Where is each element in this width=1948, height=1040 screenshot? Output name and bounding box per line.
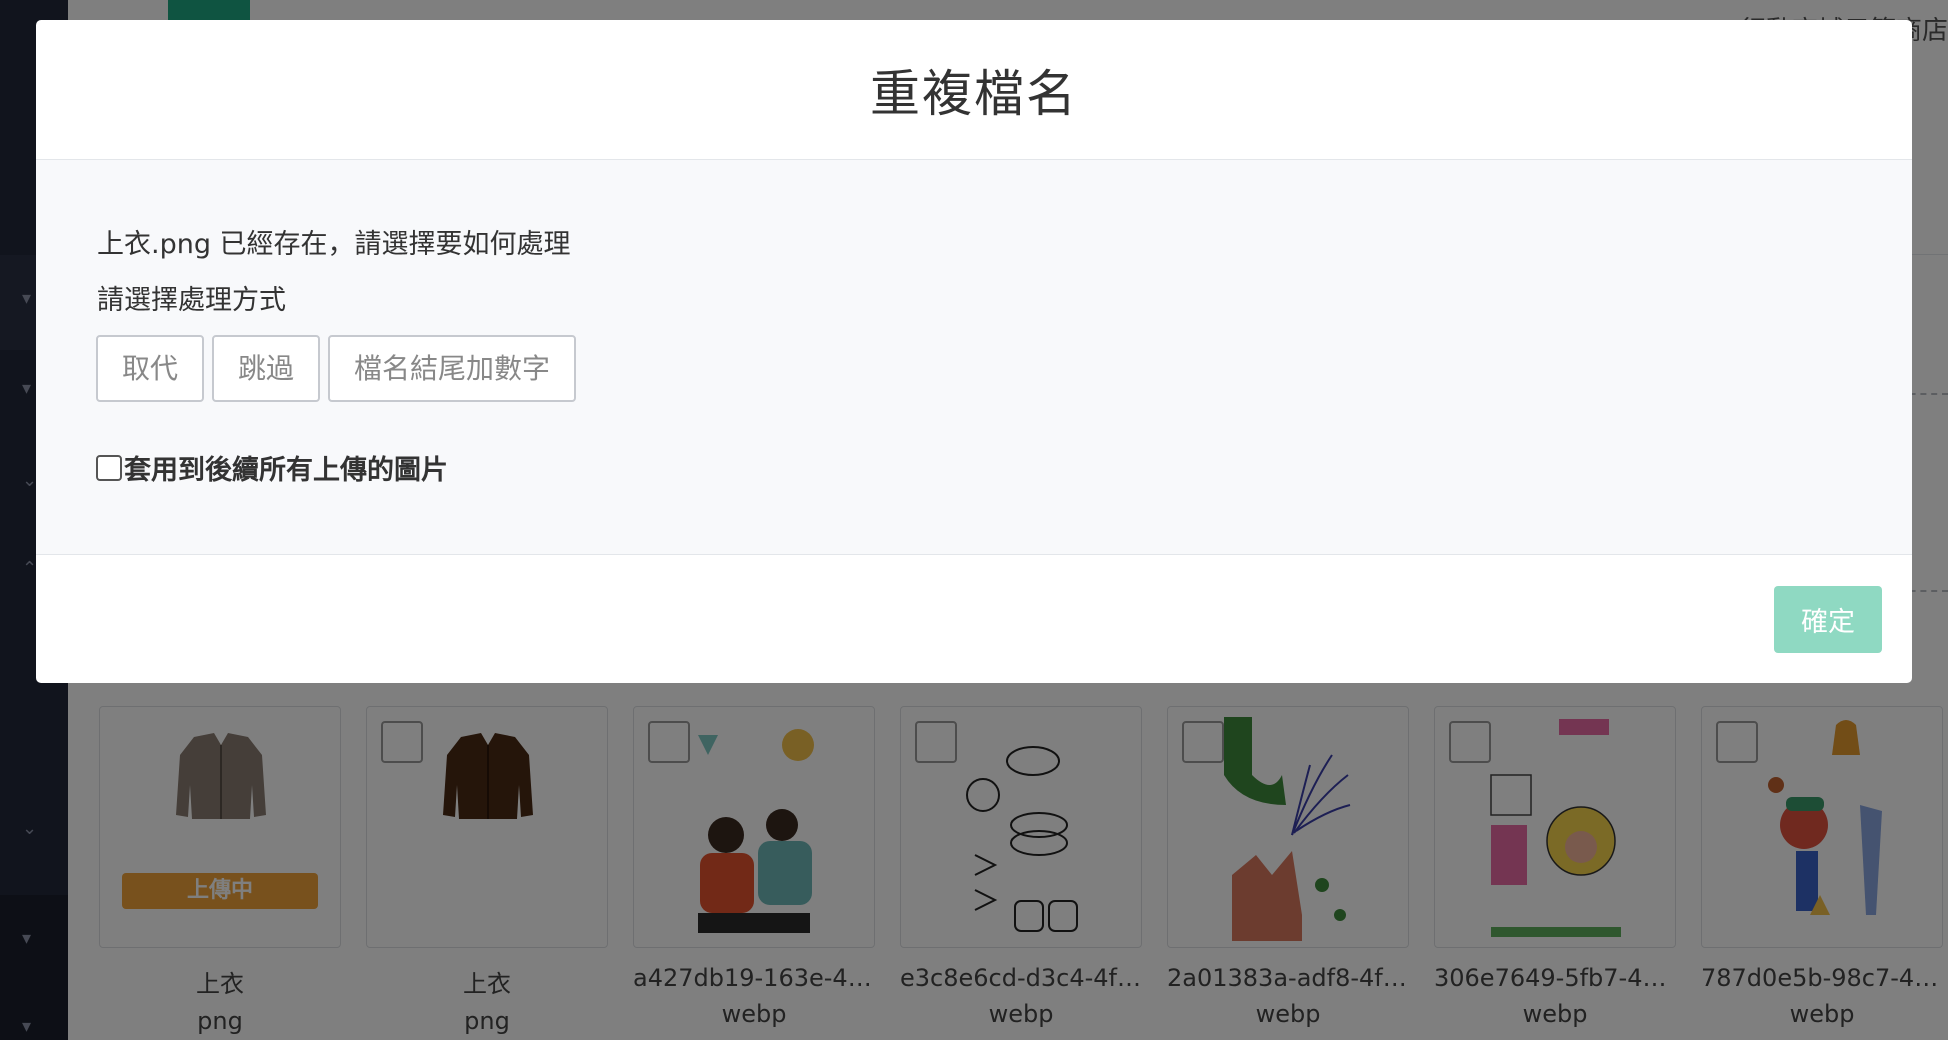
- action-choices: 取代 跳過 檔名結尾加數字: [96, 335, 577, 402]
- replace-button[interactable]: 取代: [96, 335, 205, 402]
- apply-to-all-option[interactable]: 套用到後續所有上傳的圖片: [96, 448, 448, 487]
- append-number-button[interactable]: 檔名結尾加數字: [328, 335, 577, 402]
- skip-button[interactable]: 跳過: [212, 335, 321, 402]
- dialog-title: 重複檔名: [870, 64, 1078, 123]
- confirm-button[interactable]: 確定: [1774, 586, 1882, 653]
- duplicate-filename-dialog: 重複檔名 上衣.png 已經存在，請選擇要如何處理 請選擇處理方式 取代 跳過 …: [36, 20, 1912, 683]
- dialog-body: 上衣.png 已經存在，請選擇要如何處理 請選擇處理方式 取代 跳過 檔名結尾加…: [36, 160, 1912, 555]
- choose-action-prompt: 請選擇處理方式: [97, 285, 286, 316]
- apply-to-all-label[interactable]: 套用到後續所有上傳的圖片: [124, 448, 448, 487]
- duplicate-message: 上衣.png 已經存在，請選擇要如何處理: [97, 229, 571, 260]
- dialog-footer: 確定: [36, 555, 1912, 683]
- dialog-header: 重複檔名: [36, 20, 1912, 160]
- apply-to-all-checkbox[interactable]: [96, 454, 122, 481]
